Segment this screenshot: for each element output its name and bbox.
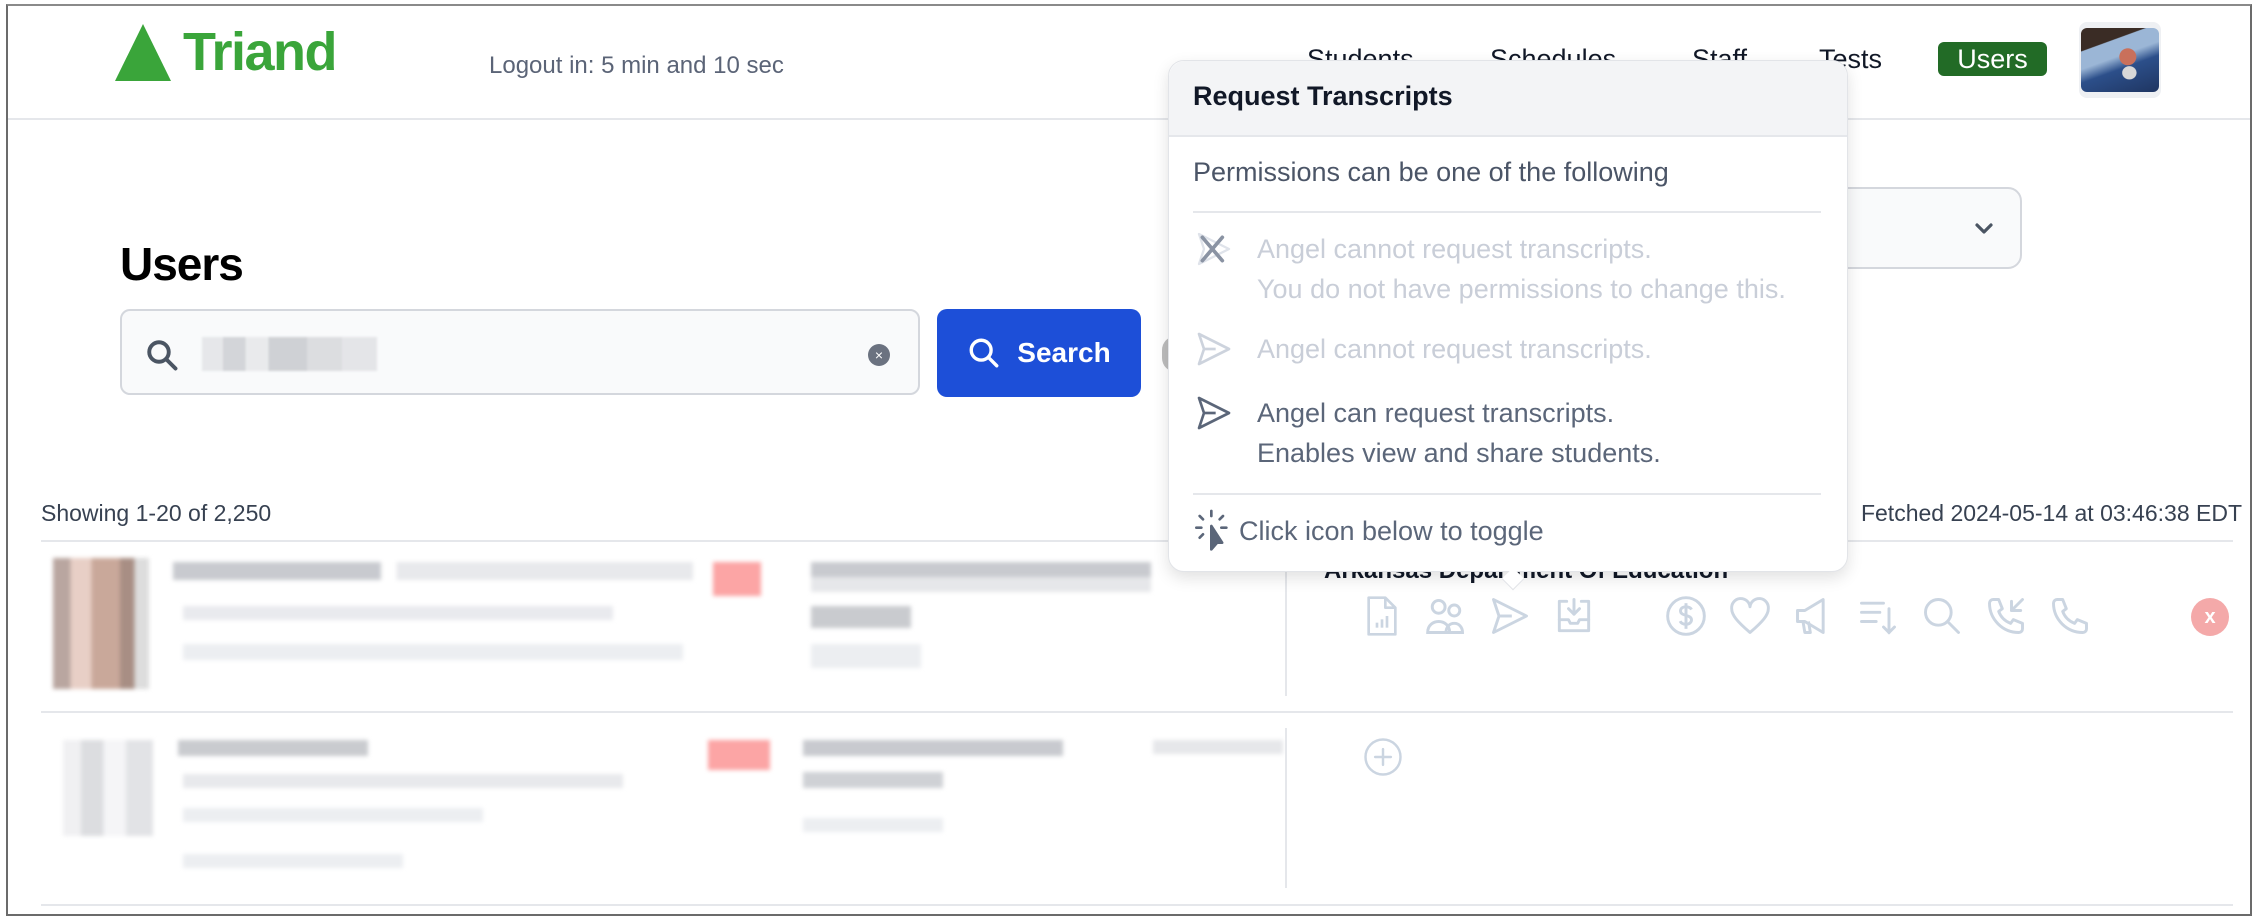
option-line2: Enables view and share students.: [1257, 438, 1661, 468]
search-button-icon: [969, 338, 999, 368]
top-header: Triand Logout in: 5 min and 10 sec Stude…: [8, 6, 2250, 120]
popover-arrow: [1501, 567, 1525, 591]
phone-incoming-icon[interactable]: [1982, 592, 2030, 640]
search-permission-icon[interactable]: [1918, 592, 1966, 640]
logo-text: Triand: [183, 22, 338, 82]
logout-timer: Logout in: 5 min and 10 sec: [489, 52, 784, 79]
user-detail-redacted: [183, 808, 483, 822]
page-title: Users: [120, 238, 244, 290]
user-photo-redacted: [63, 740, 153, 836]
user-name-redacted: [173, 562, 693, 580]
chevron-down-icon: [1972, 217, 1996, 246]
search-icon: [144, 337, 180, 378]
permission-icons: [1358, 592, 2110, 640]
phone-redacted: [1153, 740, 1283, 754]
permission-option-off: Angel cannot request transcripts.: [1193, 329, 1652, 369]
option-line1: Angel can request transcripts.: [1257, 398, 1615, 428]
click-cursor-icon: [1193, 509, 1233, 553]
fetched-timestamp: Fetched 2024-05-14 at 03:46:38 EDT: [1860, 500, 2242, 526]
status-badge-redacted: [713, 562, 761, 596]
column-divider: [1285, 728, 1287, 888]
triand-logo[interactable]: Triand: [115, 22, 338, 82]
user-photo-redacted: [53, 558, 149, 689]
user-detail-redacted: [183, 606, 613, 620]
add-organization-button[interactable]: [1362, 736, 1404, 783]
avatar-photo: [2081, 28, 2159, 92]
logo-triangle-icon: [115, 24, 171, 81]
dollar-icon[interactable]: [1662, 592, 1710, 640]
send-icon: [1193, 393, 1235, 433]
send-icon[interactable]: [1486, 592, 1534, 640]
role-redacted: [811, 562, 1151, 592]
option-line1: Angel cannot request transcripts.: [1257, 334, 1652, 364]
option-line1: Angel cannot request transcripts.: [1257, 234, 1652, 264]
permission-option-on: Angel can request transcripts. Enables v…: [1193, 393, 1661, 473]
divider: [41, 540, 2233, 542]
status-badge-redacted: [708, 740, 770, 770]
popover-divider: [1193, 493, 1821, 495]
role-detail-redacted: [803, 818, 943, 832]
permission-option-locked: Angel cannot request transcripts. You do…: [1193, 229, 1786, 309]
search-value-redacted: [202, 337, 377, 371]
send-disabled-icon: [1193, 229, 1235, 269]
remove-organization-button[interactable]: x: [2191, 598, 2229, 636]
role-redacted: [803, 740, 1063, 756]
search-button-label: Search: [1017, 337, 1111, 368]
user-avatar[interactable]: [2079, 22, 2161, 98]
nav-users[interactable]: Users: [1938, 42, 2047, 76]
role-detail-redacted: [811, 644, 921, 668]
search-input[interactable]: ×: [120, 309, 920, 395]
user-name-redacted: [178, 740, 368, 756]
user-detail-redacted: [183, 774, 623, 788]
results-count: Showing 1-20 of 2,250: [41, 500, 272, 526]
heart-icon[interactable]: [1726, 592, 1774, 640]
role-detail-redacted: [803, 772, 943, 788]
send-off-icon: [1193, 329, 1235, 369]
plus-circle-icon: [1364, 738, 1402, 776]
role-detail-redacted: [811, 606, 911, 628]
popover-title: Request Transcripts: [1169, 61, 1847, 137]
divider: [41, 711, 2233, 713]
clear-search-icon[interactable]: ×: [868, 344, 890, 366]
users-icon[interactable]: [1422, 592, 1470, 640]
phone-icon[interactable]: [2046, 592, 2094, 640]
popover-subtitle: Permissions can be one of the following: [1193, 157, 1669, 187]
popover-divider: [1193, 211, 1821, 213]
user-detail-redacted: [183, 854, 403, 868]
inbox-download-icon[interactable]: [1550, 592, 1598, 640]
popover-footer: Click icon below to toggle: [1193, 509, 1544, 553]
sort-down-icon[interactable]: [1854, 592, 1902, 640]
option-line2: You do not have permissions to change th…: [1257, 274, 1786, 304]
user-detail-redacted: [183, 644, 683, 660]
divider: [41, 904, 2233, 906]
request-transcripts-popover: Request Transcripts Permissions can be o…: [1168, 60, 1848, 591]
search-button[interactable]: Search: [937, 309, 1141, 397]
app-window: Triand Logout in: 5 min and 10 sec Stude…: [6, 4, 2252, 916]
popover-footer-text: Click icon below to toggle: [1239, 515, 1544, 546]
megaphone-icon[interactable]: [1790, 592, 1838, 640]
report-file-icon[interactable]: [1358, 592, 1406, 640]
